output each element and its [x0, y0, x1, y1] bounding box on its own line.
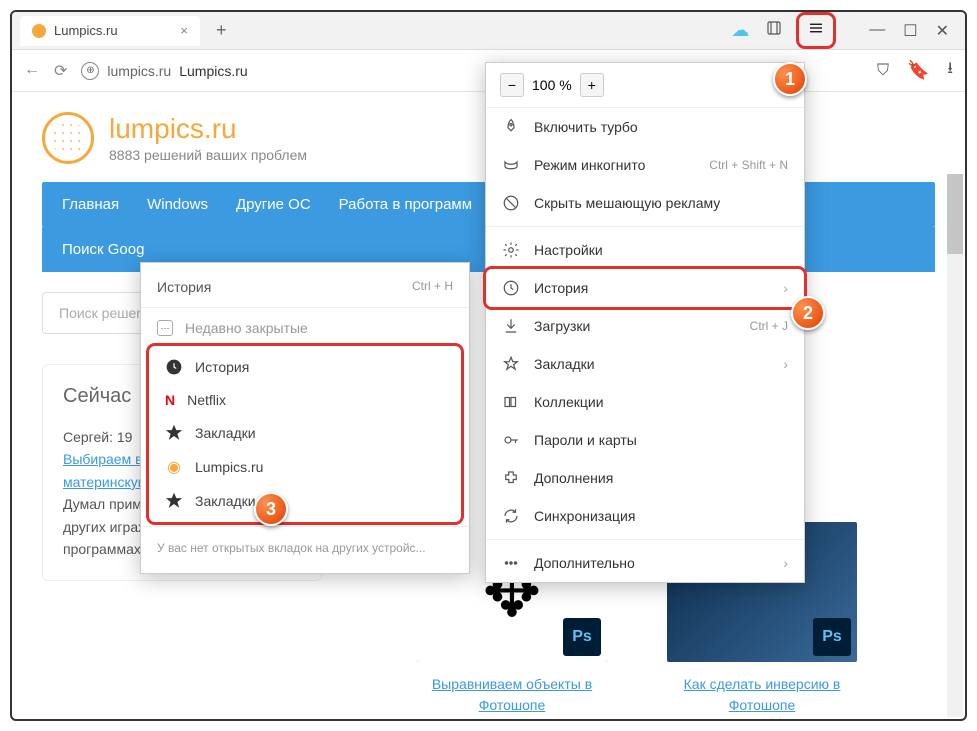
puzzle-icon: [502, 469, 520, 487]
chevron-right-icon: ›: [783, 555, 788, 571]
favicon-icon: [32, 24, 46, 38]
callout-1: 1: [773, 62, 807, 96]
back-icon[interactable]: ←: [24, 61, 40, 81]
bookmark-icon[interactable]: 🔖: [907, 60, 929, 81]
chevron-right-icon: ›: [783, 356, 788, 372]
history-item[interactable]: История: [149, 350, 461, 384]
gear-icon: [502, 241, 520, 259]
logo-icon: [42, 112, 94, 164]
menu-incognito[interactable]: Режим инкогнитоCtrl + Shift + N: [486, 146, 804, 184]
article-title[interactable]: Выравниваем объекты в Фотошопе: [432, 676, 592, 713]
sync-toolbar-icon[interactable]: [765, 19, 783, 42]
clock-icon: [502, 279, 520, 297]
collection-icon: [502, 393, 520, 411]
zoom-in-button[interactable]: +: [580, 73, 604, 97]
history-item[interactable]: Закладки: [149, 416, 461, 450]
weather-icon[interactable]: ☁: [731, 20, 749, 41]
ps-badge-icon: Ps: [813, 618, 851, 656]
browser-tab[interactable]: Lumpics.ru ×: [20, 16, 200, 46]
menu-collections[interactable]: Коллекции: [486, 383, 804, 421]
reload-icon[interactable]: ⟳: [54, 61, 67, 81]
rocket-icon: [502, 118, 520, 136]
menu-passwords[interactable]: Пароли и карты: [486, 421, 804, 459]
download-icon: [502, 317, 520, 335]
sync-icon: [502, 507, 520, 525]
mask-icon: [502, 156, 520, 174]
menu-settings[interactable]: Настройки: [486, 231, 804, 269]
menu-turbo[interactable]: Включить турбо: [486, 108, 804, 146]
clock-icon: [165, 358, 183, 376]
history-submenu: История Ctrl + H ⋯ Недавно закрытые Исто…: [140, 262, 470, 574]
minimize-icon[interactable]: —: [869, 21, 885, 41]
tab-title: Lumpics.ru: [54, 23, 118, 38]
menu-hide-ads[interactable]: Скрыть мешающую рекламу: [486, 184, 804, 222]
nav-item[interactable]: Другие ОС: [236, 196, 311, 213]
callout-2: 2: [791, 296, 825, 330]
scrollbar[interactable]: [947, 174, 963, 717]
netflix-icon: N: [165, 392, 175, 408]
url-title: Lumpics.ru: [179, 63, 247, 79]
menu-sync[interactable]: Синхронизация: [486, 497, 804, 535]
zoom-row: − 100 % + ⛶: [486, 63, 804, 108]
hamburger-menu-button[interactable]: [799, 15, 833, 46]
callout-3: 3: [254, 492, 288, 526]
lumpics-icon: ◉: [165, 458, 183, 476]
scrollbar-thumb[interactable]: [947, 174, 963, 254]
recent-items-group: История NNetflix Закладки ◉Lumpics.ru За…: [149, 346, 461, 522]
tab-close-icon[interactable]: ×: [180, 23, 188, 38]
chevron-right-icon: ›: [783, 280, 788, 296]
menu-history[interactable]: История›: [486, 269, 804, 307]
ps-badge-icon: Ps: [563, 618, 601, 656]
submenu-footer: У вас нет открытых вкладок на других уст…: [141, 531, 469, 565]
url-domain: lumpics.ru: [107, 63, 171, 79]
menu-more[interactable]: Дополнительно›: [486, 544, 804, 582]
star-icon: [165, 492, 183, 510]
recently-closed-header: ⋯ Недавно закрытые: [141, 312, 469, 344]
block-icon: [502, 194, 520, 212]
nav-item[interactable]: Windows: [147, 196, 208, 213]
nav-item[interactable]: Главная: [62, 196, 119, 213]
dots-icon: ⋯: [157, 320, 173, 336]
globe-icon: ⊕: [81, 62, 99, 80]
history-item[interactable]: Закладки: [149, 484, 461, 518]
key-icon: [502, 431, 520, 449]
menu-addons[interactable]: Дополнения: [486, 459, 804, 497]
site-subtitle: 8883 решений ваших проблем: [109, 147, 307, 163]
star-icon: [165, 424, 183, 442]
submenu-header[interactable]: История Ctrl + H: [141, 271, 469, 303]
article-title[interactable]: Как сделать инверсию в Фотошопе: [684, 676, 841, 713]
menu-downloads[interactable]: ЗагрузкиCtrl + J: [486, 307, 804, 345]
maximize-icon[interactable]: ☐: [903, 21, 917, 41]
zoom-out-button[interactable]: −: [500, 73, 524, 97]
site-title: lumpics.ru: [109, 113, 307, 145]
history-item[interactable]: ◉Lumpics.ru: [149, 450, 461, 484]
download-icon[interactable]: ⭳: [947, 57, 953, 84]
star-icon: [502, 355, 520, 373]
new-tab-button[interactable]: +: [208, 20, 235, 41]
zoom-value: 100 %: [532, 77, 572, 93]
nav-item[interactable]: Работа в программ: [339, 196, 472, 213]
main-menu: − 100 % + ⛶ Включить турбо Режим инкогни…: [485, 62, 805, 583]
tab-bar: Lumpics.ru × + ☁ — ☐ ✕: [12, 12, 965, 50]
url-field[interactable]: ⊕ lumpics.ru Lumpics.ru: [81, 62, 247, 80]
history-item[interactable]: NNetflix: [149, 384, 461, 416]
close-window-icon[interactable]: ✕: [936, 21, 949, 41]
menu-bookmarks[interactable]: Закладки›: [486, 345, 804, 383]
more-icon: [502, 554, 520, 572]
comment-author: Сергей: 19: [63, 429, 132, 445]
shield-icon[interactable]: ⛉: [877, 62, 889, 80]
